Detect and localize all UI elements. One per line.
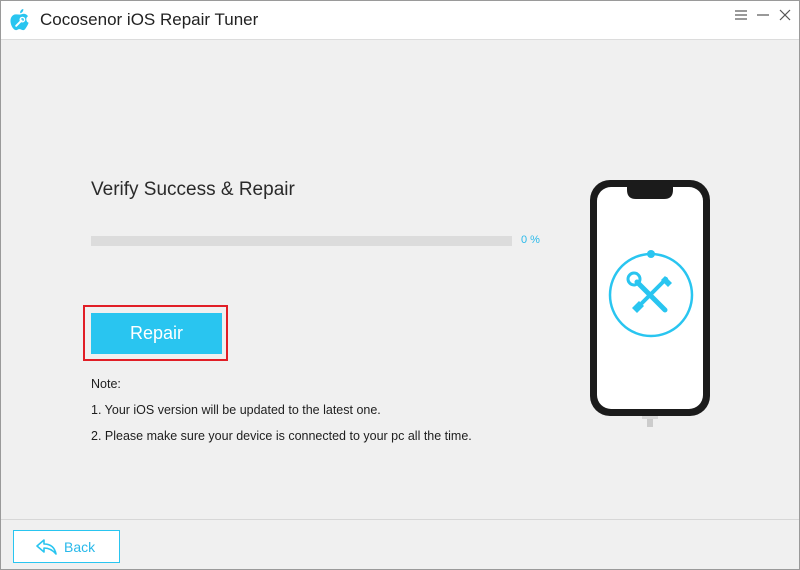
app-title: Cocosenor iOS Repair Tuner <box>40 10 259 29</box>
app-window: Cocosenor iOS Repair Tuner Verify Succes… <box>0 0 800 570</box>
page-title: Verify Success & Repair <box>91 179 295 200</box>
iphone-icon <box>590 180 710 427</box>
progress-percent: 0 % <box>521 234 540 246</box>
window-controls <box>733 7 793 23</box>
note-line-2: 2. Please make sure your device is conne… <box>91 429 472 443</box>
minimize-icon <box>757 14 769 16</box>
menu-button[interactable] <box>733 7 749 23</box>
title-bar: Cocosenor iOS Repair Tuner <box>1 1 799 39</box>
minimize-button[interactable] <box>755 7 771 23</box>
footer-separator <box>1 519 799 520</box>
close-icon <box>779 9 791 21</box>
apple-wrench-logo-icon <box>10 9 29 31</box>
close-button[interactable] <box>777 7 793 23</box>
title-separator <box>1 39 799 40</box>
repair-button[interactable]: Repair <box>91 313 222 354</box>
back-arrow-icon <box>36 538 57 555</box>
note-line-1: 1. Your iOS version will be updated to t… <box>91 403 381 417</box>
note-title: Note: <box>91 377 121 391</box>
menu-icon <box>735 10 747 20</box>
back-button-label: Back <box>64 538 96 555</box>
back-button[interactable]: Back <box>13 530 120 563</box>
progress-bar <box>91 236 512 246</box>
